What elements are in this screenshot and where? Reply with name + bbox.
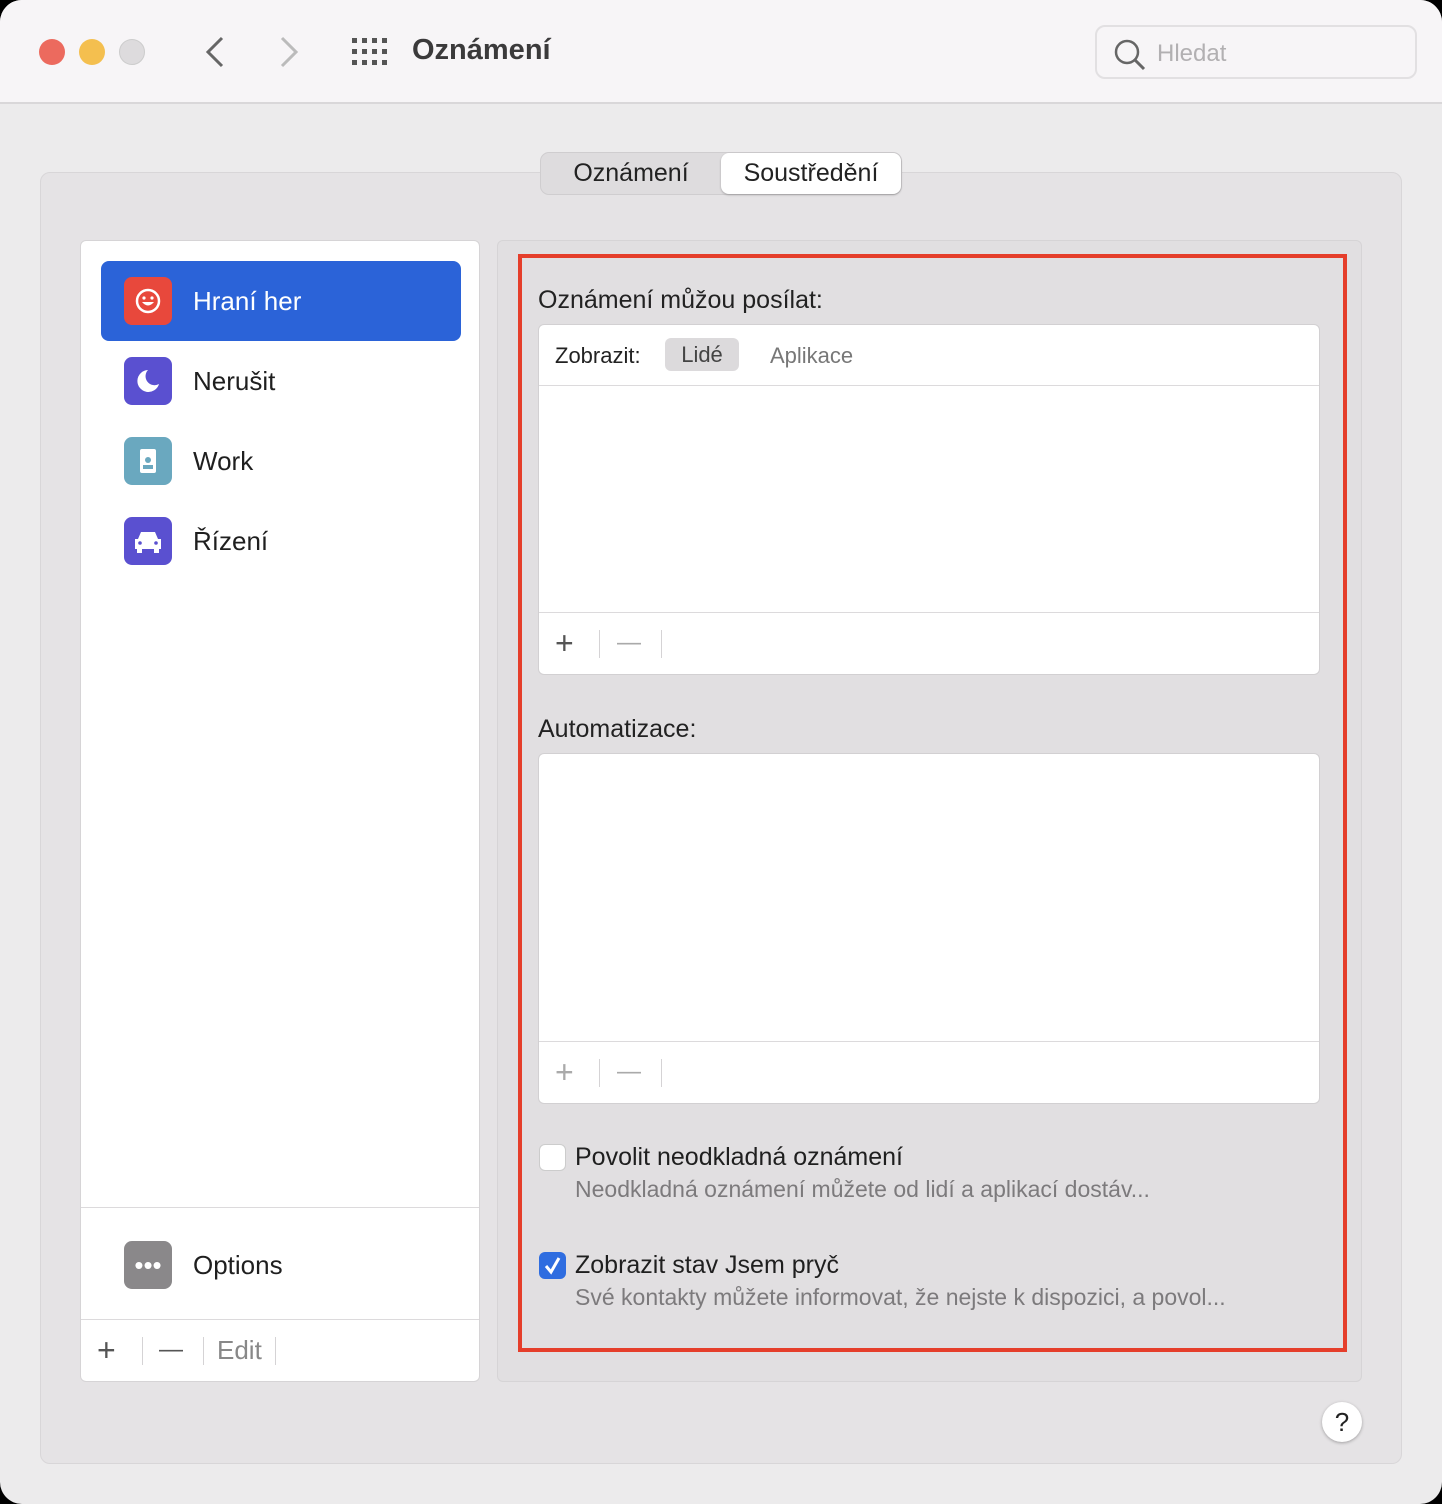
automation-heading: Automatizace:: [538, 715, 697, 743]
search-icon: [1114, 39, 1146, 71]
forward-icon[interactable]: [278, 36, 300, 68]
close-button[interactable]: [39, 39, 65, 65]
tab-notifications[interactable]: Oznámení: [541, 153, 721, 194]
focus-item-label: Řízení: [193, 525, 269, 556]
zoom-button[interactable]: [119, 39, 145, 65]
search-field[interactable]: Hledat: [1095, 25, 1417, 79]
allowed-footer: + —: [539, 612, 1319, 674]
tab-bar: Oznámení Soustředění: [540, 152, 902, 195]
tab-focus[interactable]: Soustředění: [721, 153, 901, 194]
help-button[interactable]: ?: [1322, 1402, 1362, 1442]
focus-item-driving[interactable]: Řízení: [101, 501, 461, 581]
options-item[interactable]: ••• Options: [101, 1225, 461, 1305]
back-icon[interactable]: [204, 36, 226, 68]
focus-item-label: Nerušit: [193, 365, 276, 396]
add-focus-button[interactable]: +: [97, 1332, 116, 1369]
focus-item-label: Work: [193, 445, 254, 476]
minimize-button[interactable]: [79, 39, 105, 65]
automation-list: + —: [538, 753, 1320, 1104]
time-sensitive-checkbox[interactable]: [539, 1144, 566, 1171]
add-automation-button[interactable]: +: [555, 1054, 574, 1091]
checkmark-icon: [544, 1257, 561, 1275]
away-status-description: Své kontakty můžete informovat, že nejst…: [575, 1284, 1226, 1310]
automation-footer: + —: [539, 1041, 1319, 1103]
remove-focus-button[interactable]: —: [159, 1336, 183, 1364]
remove-allowed-button[interactable]: —: [617, 629, 641, 657]
time-sensitive-label: Povolit neodkladná oznámení: [575, 1143, 904, 1171]
window: Oznámení Hledat Oznámení Soustředění Hra…: [0, 0, 1442, 1504]
search-placeholder: Hledat: [1157, 40, 1227, 67]
focus-item-gaming[interactable]: Hraní her: [101, 261, 461, 341]
grid-icon[interactable]: [352, 38, 390, 66]
car-icon: [124, 517, 172, 565]
remove-automation-button[interactable]: —: [617, 1058, 641, 1086]
time-sensitive-description: Neodkladná oznámení můžete od lidí a apl…: [575, 1176, 1150, 1202]
ellipsis-icon: •••: [124, 1241, 172, 1289]
focus-list: Hraní her Nerušit Work Řízení ••• Option…: [80, 240, 480, 1382]
window-title: Oznámení: [412, 34, 551, 66]
id-badge-icon: [124, 437, 172, 485]
focus-item-label: Hraní her: [193, 285, 302, 316]
gamepad-smiley-icon: [124, 277, 172, 325]
focus-item-do-not-disturb[interactable]: Nerušit: [101, 341, 461, 421]
options-label: Options: [193, 1249, 283, 1280]
title-bar: Oznámení Hledat: [0, 0, 1442, 104]
focus-item-work[interactable]: Work: [101, 421, 461, 501]
segment-people[interactable]: Lidé: [665, 338, 739, 371]
allowed-list: Zobrazit: Lidé Aplikace + —: [538, 324, 1320, 675]
add-allowed-button[interactable]: +: [555, 625, 574, 662]
allowed-heading: Oznámení můžou posílat:: [538, 286, 823, 314]
segment-apps[interactable]: Aplikace: [770, 343, 853, 369]
list-footer: + — Edit: [81, 1319, 479, 1381]
away-status-checkbox[interactable]: [539, 1252, 566, 1279]
show-label: Zobrazit:: [555, 343, 641, 368]
moon-icon: [124, 357, 172, 405]
away-status-label: Zobrazit stav Jsem pryč: [575, 1251, 839, 1279]
edit-button[interactable]: Edit: [217, 1335, 262, 1366]
